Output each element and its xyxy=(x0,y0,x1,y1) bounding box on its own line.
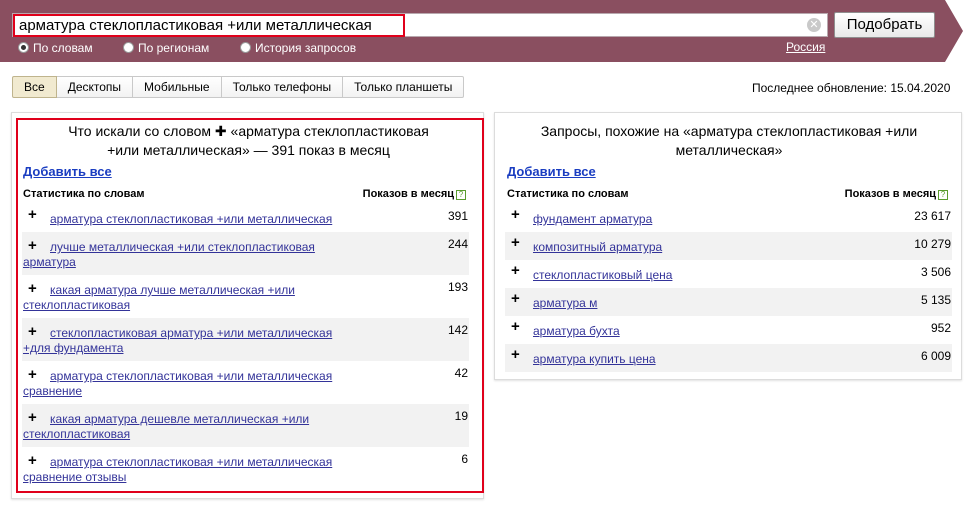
table-row: + фундамент арматура 23 617 xyxy=(505,204,952,232)
mode-label: По регионам xyxy=(138,41,210,55)
mode-history[interactable]: История запросов xyxy=(240,41,356,55)
radio-icon[interactable] xyxy=(240,42,251,53)
search-query-highlight xyxy=(13,14,405,37)
plus-icon[interactable]: + xyxy=(511,291,520,306)
phrase-link[interactable]: арматура купить цена xyxy=(533,352,656,367)
words-panel-highlight xyxy=(16,118,484,493)
phrase-link[interactable]: композитный арматура xyxy=(533,240,662,255)
title-text: металлическая» xyxy=(675,142,783,158)
search-header: арматура стеклопластиковая +или металлич… xyxy=(0,0,977,62)
column-header-count-label: Показов в месяц xyxy=(844,188,936,200)
phrase-link[interactable]: арматура м xyxy=(533,296,597,311)
clear-icon[interactable]: ✕ xyxy=(807,18,821,32)
radio-icon[interactable] xyxy=(18,42,29,53)
add-all-link[interactable]: Добавить все xyxy=(507,164,596,179)
count-value: 5 135 xyxy=(920,293,951,307)
phrase-link[interactable]: стеклопластиковый цена xyxy=(533,268,672,283)
table-row: + арматура м 5 135 xyxy=(505,288,952,316)
submit-button[interactable]: Подобрать xyxy=(834,12,935,38)
table-row: + композитный арматура 10 279 xyxy=(505,232,952,260)
mode-by-regions[interactable]: По регионам xyxy=(123,41,209,55)
mode-label: По словам xyxy=(33,41,93,55)
plus-icon[interactable]: + xyxy=(511,263,520,278)
last-update: Последнее обновление: 15.04.2020 xyxy=(752,81,951,95)
title-text: Запросы, похожие на «арматура стеклоплас… xyxy=(540,123,918,139)
tab-mobile[interactable]: Мобильные xyxy=(133,76,222,98)
tab-phones[interactable]: Только телефоны xyxy=(221,76,344,98)
count-value: 952 xyxy=(930,321,951,335)
tab-tablets[interactable]: Только планшеты xyxy=(343,76,465,98)
count-value: 23 617 xyxy=(914,209,951,223)
count-value: 10 279 xyxy=(914,237,951,251)
table-row: + арматура бухта 952 xyxy=(505,316,952,344)
column-header-phrases: Статистика по словам xyxy=(507,188,629,200)
phrase-link[interactable]: фундамент арматура xyxy=(533,212,652,227)
device-tabs: Все Десктопы Мобильные Только телефоны Т… xyxy=(12,76,465,98)
count-value: 6 009 xyxy=(920,349,951,363)
plus-icon[interactable]: + xyxy=(511,347,520,362)
similar-table: + фундамент арматура 23 617 + композитны… xyxy=(505,204,952,372)
column-header-count: Показов в месяц? xyxy=(845,188,948,200)
tab-desktops[interactable]: Десктопы xyxy=(56,76,134,98)
phrase-link[interactable]: арматура бухта xyxy=(533,324,620,339)
similar-panel-title: Запросы, похожие на «арматура стеклоплас… xyxy=(495,122,963,160)
help-icon[interactable]: ? xyxy=(938,190,948,200)
plus-icon[interactable]: + xyxy=(511,319,520,334)
mode-label: История запросов xyxy=(255,41,357,55)
similar-queries-panel: Запросы, похожие на «арматура стеклоплас… xyxy=(494,112,962,380)
plus-icon[interactable]: + xyxy=(511,207,520,222)
table-row: + арматура купить цена 6 009 xyxy=(505,344,952,372)
tab-all[interactable]: Все xyxy=(12,76,57,98)
plus-icon[interactable]: + xyxy=(511,235,520,250)
region-link[interactable]: Россия xyxy=(786,40,825,54)
count-value: 3 506 xyxy=(920,265,951,279)
table-row: + стеклопластиковый цена 3 506 xyxy=(505,260,952,288)
mode-by-words[interactable]: По словам xyxy=(18,41,93,55)
radio-icon[interactable] xyxy=(123,42,134,53)
